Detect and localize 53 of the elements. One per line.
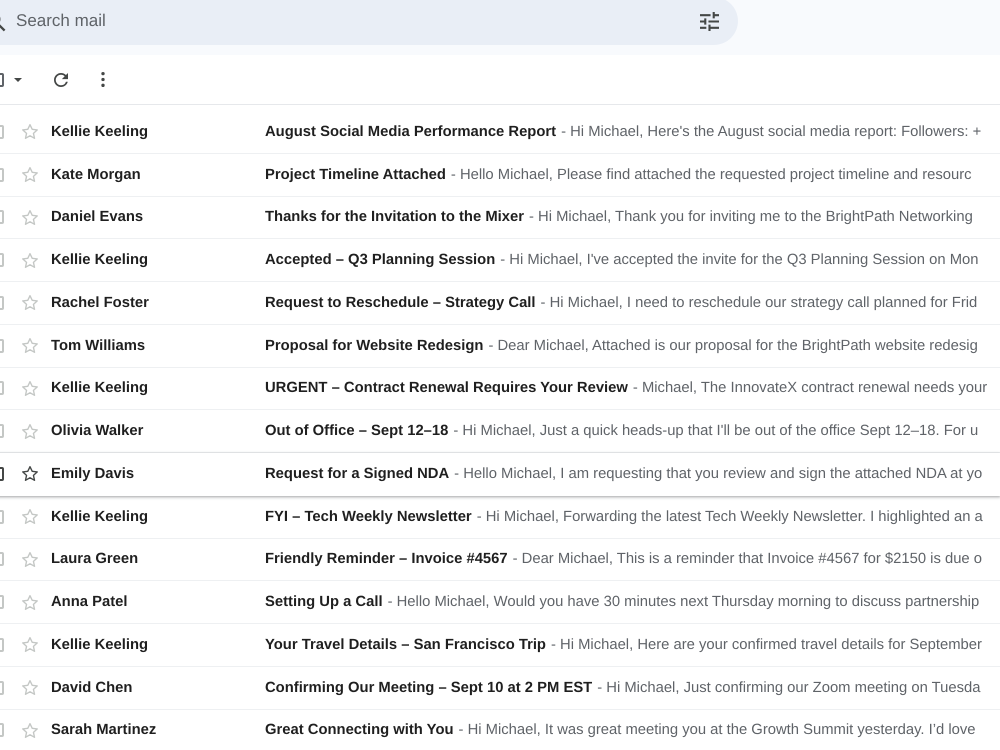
sliders-icon[interactable] [700,12,719,30]
email-subject: Friendly Reminder – Invoice #4567 [265,551,508,568]
caret-icon[interactable] [14,78,22,82]
email-snippet: - Hello Michael, Please find attached the requested project timeline and resourc [450,166,972,183]
sender-name: Sarah Martinez [51,722,158,738]
email-snippet: - Hi Michael, Just a quick heads-up that I'll be out of the office Sept 12–18. For u [453,423,978,440]
email-subject: Project Timeline Attached [265,166,446,183]
email-row[interactable]: Emily Davis Request for a Signed NDA - Hello Michael, I am requesting that you review and sign the attached NDA at yo [0,453,1000,496]
sender-name: Laura Green [51,551,140,568]
email-subject: Request for a Signed NDA [265,466,450,482]
email-snippet: - Hi Michael, Thank you for inviting me to the BrightPath Networking [528,209,973,226]
email-snippet: - Hi Michael, It was great meeting you at the Growth Summit yesterday. I’d love [458,722,976,738]
email-subject: Proposal for Website Redesign [265,338,484,354]
sender-name: Daniel Evans [51,209,144,226]
email-snippet: - Hi Michael, I need to reschedule our strategy call planned for Frid [540,294,978,311]
email-subject: FYI – Tech Weekly Newsletter [265,508,472,525]
sender-name: Rachel Foster [51,294,150,311]
sender-name: Kellie Keeling [51,380,150,396]
email-subject: Setting Up a Call [265,594,383,610]
email-snippet: - Dear Michael, Attached is our proposal for the BrightPath website redesig [488,338,978,354]
email-snippet: - Hi Michael, Here's the August social media report: Followers: + [561,124,982,140]
email-subject: Out of Office – Sept 12–18 [265,423,448,440]
star-icon[interactable] [22,466,38,482]
sender-name: Tom Williams [51,338,146,354]
email-snippet: - Hello Michael, I am requesting that you review and sign the attached NDA at yo [454,466,982,482]
email-snippet: - Michael, The InnovateX contract renewal needs your [632,380,988,396]
email-snippet: - Hi Michael, Forwarding the latest Tech Weekly Newsletter. I highlighted an a [476,508,983,525]
sender-name: Olivia Walker [51,423,144,440]
email-subject: Accepted – Q3 Planning Session [265,252,496,268]
email-snippet: - Hi Michael, Here are your confirmed travel details for September [550,636,982,653]
email-subject: URGENT – Contract Renewal Requires Your Review [265,380,628,396]
sender-name: Kellie Keeling [51,508,150,525]
search-input[interactable]: Search mail [16,11,700,31]
email-subject: Your Travel Details – San Francisco Trip [265,636,546,653]
email-subject: Confirming Our Meeting – Sept 10 at 2 PM EST [265,680,592,696]
sender-name: Kate Morgan [51,166,142,183]
refresh-icon[interactable] [54,72,68,86]
email-snippet: - Hi Michael, Just confirming our Zoom meeting on Tuesda [597,680,980,696]
sender-name: David Chen [51,680,134,696]
sender-name: Kellie Keeling [51,124,150,140]
email-snippet: - Dear Michael, This is a reminder that Invoice #4567 for $2150 is due o [512,551,982,568]
email-subject: Great Connecting with You [265,722,454,738]
email-snippet: - Hi Michael, I've accepted the invite for the Q3 Planning Session on Mon [500,252,978,268]
email-subject: August Social Media Performance Report [265,124,556,140]
more-icon[interactable] [101,72,105,87]
sender-name: Anna Patel [51,594,128,610]
email-subject: Thanks for the Invitation to the Mixer [265,209,524,226]
sender-name: Kellie Keeling [51,636,150,653]
sender-name: Kellie Keeling [51,252,150,268]
email-snippet: - Hello Michael, Would you have 30 minutes next Thursday morning to discuss partnership [388,594,980,610]
search-bar[interactable]: Search mail [0,0,738,45]
email-subject: Request to Reschedule – Strategy Call [265,294,536,311]
sender-name: Emily Davis [51,466,136,482]
